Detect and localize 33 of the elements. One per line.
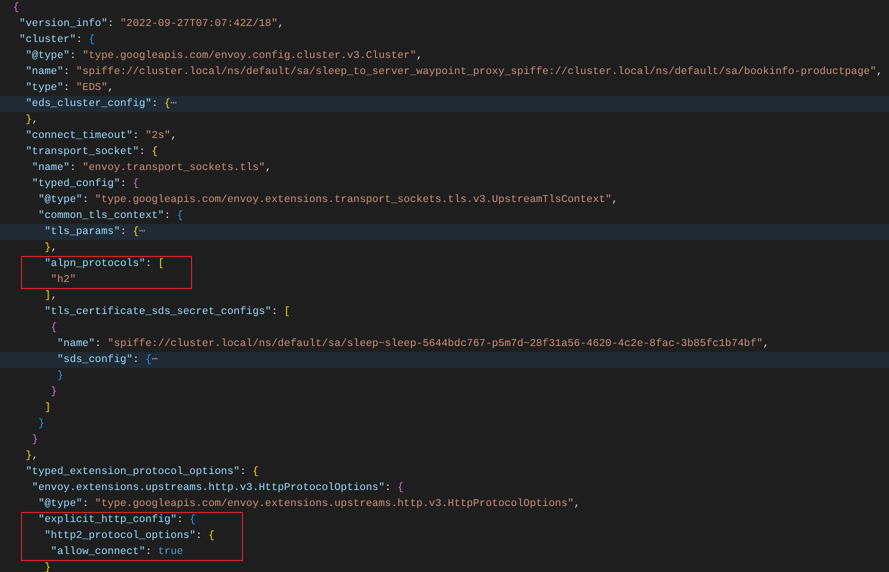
code-line: "name": "spiffe://cluster.local/ns/default/sa/sleep~sleep-5644bdc767-p5m7d~28f31a56-4620-4c2e-8fac-3b85fc1b74bf", xyxy=(56,337,770,352)
code-line: ], xyxy=(44,289,58,304)
code-line: "name": "envoy.transport_sockets.tls", xyxy=(30,161,272,176)
code-line: "tls_certificate_sds_secret_configs": [ xyxy=(44,305,292,320)
code-line: "cluster": { xyxy=(18,33,96,48)
code-line: { xyxy=(50,321,58,336)
code-line: }, xyxy=(44,241,58,256)
code-line: "typed_extension_protocol_options": { xyxy=(24,465,260,480)
code-line: "@type": "type.googleapis.com/envoy.config.cluster.v3.Cluster", xyxy=(24,49,424,64)
code-line: "transport_socket": { xyxy=(24,145,159,160)
code-line: "h2" xyxy=(50,273,78,288)
code-line: } xyxy=(44,561,52,572)
code-line: { xyxy=(12,1,20,16)
code-line: "envoy.extensions.upstreams.http.v3.HttpProtocolOptions": { xyxy=(30,481,405,496)
code-line: } xyxy=(56,369,64,384)
code-line: "alpn_protocols": [ xyxy=(44,257,166,272)
code-line: }, xyxy=(24,449,40,464)
code-line: "connect_timeout": "2s", xyxy=(24,129,178,144)
code-line: "@type": "type.googleapis.com/envoy.extensions.upstreams.http.v3.HttpProtocolOptions", xyxy=(37,497,582,512)
code-line: "type": "EDS", xyxy=(24,81,115,96)
code-line: } xyxy=(30,433,40,448)
code-line: "@type": "type.googleapis.com/envoy.extensions.transport_sockets.tls.v3.UpstreamTlsContext", xyxy=(37,193,619,208)
code-line: "name": "spiffe://cluster.local/ns/default/sa/sleep_to_server_waypoint_proxy_spiffe://cluster.local/ns/default/sa/bookinfo-productpage", xyxy=(24,65,884,80)
code-line: "typed_config": { xyxy=(30,177,140,192)
code-line: ] xyxy=(44,401,52,416)
code-line: "http2_protocol_options": { xyxy=(44,529,216,544)
code-line: } xyxy=(50,385,58,400)
code-line: }, xyxy=(24,113,40,128)
code-line: "common_tls_context": { xyxy=(37,209,184,224)
code-line: "allow_connect": true xyxy=(50,545,184,560)
code-line: } xyxy=(37,417,46,432)
code-line: "explicit_http_config": { xyxy=(37,513,197,528)
code-line: "version_info": "2022-09-27T07:07:42Z/18", xyxy=(18,17,285,32)
